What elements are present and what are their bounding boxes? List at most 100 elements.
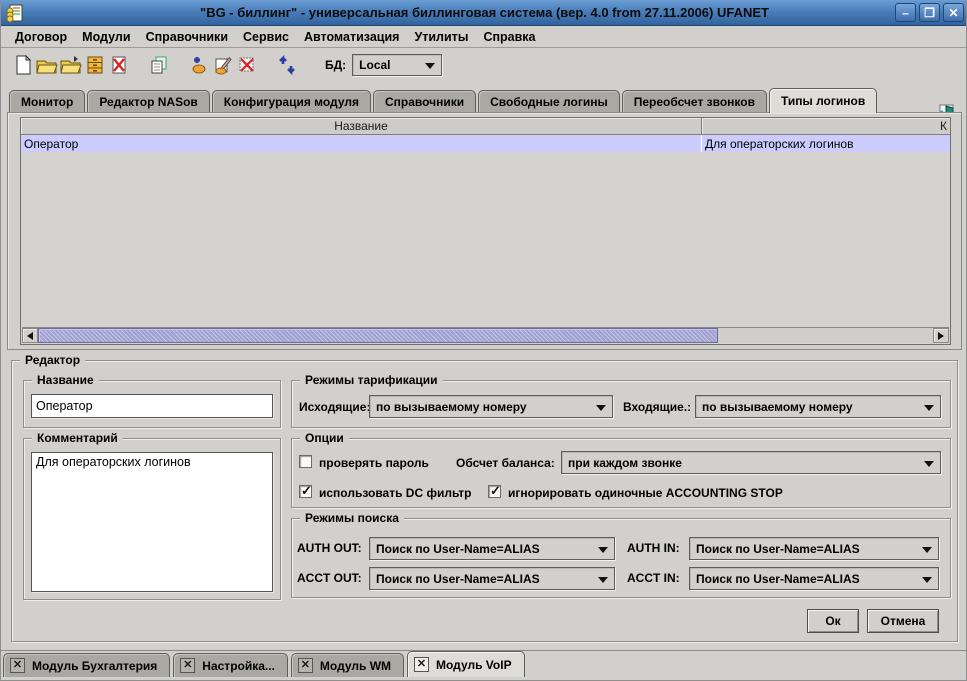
auth-out-select[interactable]: Поиск по User-Name=ALIAS xyxy=(369,537,615,560)
tab-directories[interactable]: Справочники xyxy=(373,90,476,113)
auth-in-label: AUTH IN: xyxy=(627,541,680,555)
cancel-button[interactable]: Отмена xyxy=(867,609,939,633)
bottom-tab-voip[interactable]: ✕ Модуль VoIP xyxy=(407,651,525,677)
incoming-select-value: по вызываемому номеру xyxy=(696,400,853,414)
close-button[interactable]: ✕ xyxy=(943,3,964,22)
archive-cabinet-icon[interactable] xyxy=(83,53,107,77)
acct-out-label: ACCT OUT: xyxy=(297,571,362,585)
comment-textarea[interactable]: Для операторских логинов xyxy=(31,452,273,592)
app-window: "BG - биллинг" - универсальная биллингов… xyxy=(0,0,967,681)
tab-module-config[interactable]: Конфигурация модуля xyxy=(212,90,371,113)
options-group-label: Опции xyxy=(300,431,349,445)
name-input[interactable] xyxy=(31,394,273,418)
import-folder-icon[interactable] xyxy=(59,53,83,77)
edit-record-icon[interactable] xyxy=(211,53,235,77)
add-record-icon[interactable] xyxy=(187,53,211,77)
balance-select[interactable]: при каждом звонке xyxy=(561,451,941,474)
copy-documents-icon[interactable] xyxy=(147,53,171,77)
auth-in-select[interactable]: Поиск по User-Name=ALIAS xyxy=(689,537,939,560)
window-title: "BG - биллинг" - универсальная биллингов… xyxy=(1,5,967,20)
titlebar: "BG - биллинг" - универсальная биллингов… xyxy=(1,0,967,26)
minimize-button[interactable]: – xyxy=(895,3,916,22)
check-password-label: проверять пароль xyxy=(319,456,429,470)
balance-select-value: при каждом звонке xyxy=(562,456,682,470)
chevron-down-icon xyxy=(922,547,932,553)
new-document-icon[interactable] xyxy=(11,53,35,77)
table-row[interactable]: Оператор Для операторских логинов xyxy=(21,135,950,152)
bottom-tab-label: Модуль Бухгалтерия xyxy=(32,659,157,673)
tab-monitor[interactable]: Монитор xyxy=(9,90,85,113)
open-folder-icon[interactable] xyxy=(35,53,59,77)
search-modes-label: Режимы поиска xyxy=(300,511,404,525)
close-tab-icon[interactable]: ✕ xyxy=(414,657,429,672)
acct-out-select[interactable]: Поиск по User-Name=ALIAS xyxy=(369,567,615,590)
acct-in-select[interactable]: Поиск по User-Name=ALIAS xyxy=(689,567,939,590)
outgoing-label: Исходящие: xyxy=(299,400,370,414)
maximize-button[interactable]: ❐ xyxy=(919,3,940,22)
dc-filter-checkbox[interactable] xyxy=(299,485,312,498)
db-select-value: Local xyxy=(353,58,390,72)
delete-record-icon[interactable] xyxy=(235,53,259,77)
cell-comment: Для операторских логинов xyxy=(702,135,950,152)
chevron-down-icon xyxy=(596,405,606,411)
ignore-stop-checkbox[interactable] xyxy=(488,485,501,498)
tariff-modes-label: Режимы тарификации xyxy=(300,373,443,387)
bottom-tab-settings[interactable]: ✕ Настройка... xyxy=(173,653,288,677)
db-label: БД: xyxy=(325,58,346,72)
check-password-checkbox[interactable] xyxy=(299,455,312,468)
close-tab-icon[interactable]: ✕ xyxy=(298,658,313,673)
db-select[interactable]: Local xyxy=(352,54,442,76)
refresh-icon[interactable] xyxy=(275,53,299,77)
editor-group-label: Редактор xyxy=(20,353,85,367)
scrollbar-track[interactable] xyxy=(38,328,933,343)
delete-document-icon[interactable] xyxy=(107,53,131,77)
column-header-comment[interactable]: К xyxy=(702,118,950,134)
auth-out-label: AUTH OUT: xyxy=(297,541,362,555)
table-header: Название К xyxy=(21,118,950,135)
menu-utility[interactable]: Утилиты xyxy=(414,30,468,44)
horizontal-scrollbar[interactable] xyxy=(22,327,949,343)
auth-out-select-value: Поиск по User-Name=ALIAS xyxy=(370,542,540,556)
menu-spravochniki[interactable]: Справочники xyxy=(146,30,228,44)
menubar: Договор Модули Справочники Сервис Автома… xyxy=(1,27,967,48)
menu-servis[interactable]: Сервис xyxy=(243,30,289,44)
incoming-select[interactable]: по вызываемому номеру xyxy=(695,395,941,418)
scrollbar-thumb[interactable] xyxy=(38,328,718,343)
login-types-table: Название К Оператор Для операторских лог… xyxy=(20,117,951,345)
chevron-down-icon xyxy=(924,461,934,467)
comment-group-label: Комментарий xyxy=(32,431,123,445)
tab-nas-editor[interactable]: Редактор NASов xyxy=(87,90,209,113)
scroll-left-button[interactable] xyxy=(22,328,38,343)
tab-login-types[interactable]: Типы логинов xyxy=(769,88,877,113)
chevron-down-icon xyxy=(598,547,608,553)
name-group-label: Название xyxy=(32,373,99,387)
bottom-tab-wm[interactable]: ✕ Модуль WM xyxy=(291,653,404,677)
scroll-right-button[interactable] xyxy=(933,328,949,343)
menu-spravka[interactable]: Справка xyxy=(483,30,535,44)
menu-moduli[interactable]: Модули xyxy=(82,30,130,44)
menu-avtomatizaciya[interactable]: Автоматизация xyxy=(304,30,399,44)
cell-name: Оператор xyxy=(21,135,702,152)
auth-in-select-value: Поиск по User-Name=ALIAS xyxy=(690,542,860,556)
menu-dogovor[interactable]: Договор xyxy=(15,30,67,44)
balance-label: Обсчет баланса: xyxy=(456,456,555,470)
acct-out-select-value: Поиск по User-Name=ALIAS xyxy=(370,572,540,586)
acct-in-label: ACCT IN: xyxy=(627,571,680,585)
module-tabstrip: Монитор Редактор NASов Конфигурация моду… xyxy=(9,88,879,113)
close-tab-icon[interactable]: ✕ xyxy=(10,658,25,673)
bottom-tab-accounting[interactable]: ✕ Модуль Бухгалтерия xyxy=(3,653,170,677)
outgoing-select[interactable]: по вызываемому номеру xyxy=(369,395,613,418)
login-types-pane: Название К Оператор Для операторских лог… xyxy=(7,112,962,350)
ok-button[interactable]: Ок xyxy=(807,609,859,633)
bottom-tabstrip: ✕ Модуль Бухгалтерия ✕ Настройка... ✕ Мо… xyxy=(1,650,967,677)
incoming-label: Входящие.: xyxy=(623,400,691,414)
acct-in-select-value: Поиск по User-Name=ALIAS xyxy=(690,572,860,586)
column-header-name[interactable]: Название xyxy=(21,118,702,134)
bottom-tab-label: Настройка... xyxy=(202,659,275,673)
chevron-down-icon xyxy=(924,405,934,411)
close-tab-icon[interactable]: ✕ xyxy=(180,658,195,673)
tab-call-recalc[interactable]: Переобсчет звонков xyxy=(622,90,767,113)
toolbar: БД: Local xyxy=(1,49,967,81)
tab-free-logins[interactable]: Свободные логины xyxy=(478,90,620,113)
bottom-tab-label: Модуль WM xyxy=(320,659,391,673)
